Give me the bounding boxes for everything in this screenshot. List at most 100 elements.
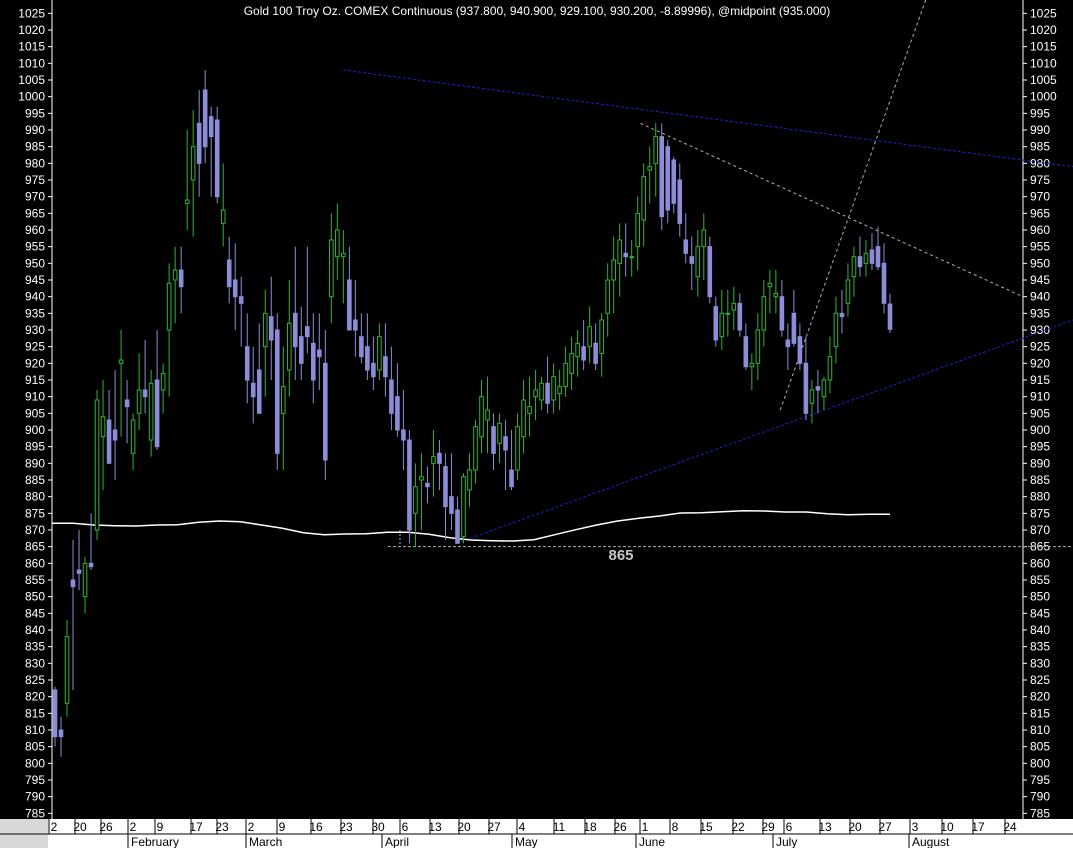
y-tick-label: 985 (1030, 140, 1050, 154)
y-tick-label: 810 (25, 723, 45, 737)
x-day-label: 16 (309, 820, 323, 834)
y-tick-label: 890 (1030, 456, 1050, 470)
x-day-label: 6 (786, 820, 793, 834)
x-day-label: 13 (818, 820, 832, 834)
candle-body (184, 199, 190, 204)
candle-body (839, 312, 845, 318)
y-tick-label: 895 (1030, 440, 1050, 454)
x-month-label: July (776, 835, 797, 848)
candle-body (593, 342, 598, 364)
candle-body (190, 146, 196, 181)
y-tick-label: 785 (1030, 806, 1050, 820)
candle (94, 390, 100, 540)
candle-body (208, 116, 214, 138)
y-tick-label: 905 (1030, 406, 1050, 420)
candle-body (76, 569, 82, 574)
candle (407, 430, 412, 544)
candle-body (443, 466, 448, 508)
y-tick-label: 910 (1030, 390, 1050, 404)
candle-body (311, 342, 316, 381)
candle-body (851, 256, 857, 278)
annotation-865: 865 (608, 547, 633, 564)
y-tick-label: 890 (25, 456, 45, 470)
y-tick-label: 935 (1030, 306, 1050, 320)
candle-body (88, 562, 94, 568)
candle-body (286, 322, 292, 371)
candle-body (617, 239, 622, 264)
candle-body (196, 122, 202, 164)
y-tick-label: 830 (25, 656, 45, 670)
y-tick-label: 820 (1030, 690, 1050, 704)
candle-body (773, 292, 779, 298)
x-day-label: 18 (583, 820, 597, 834)
candle-body (280, 386, 286, 414)
candle-body (323, 362, 328, 461)
candle-body (809, 389, 815, 404)
y-tick-label: 995 (1030, 106, 1050, 120)
candle-body (479, 396, 484, 438)
candle-body (563, 362, 568, 388)
candle-body (365, 346, 370, 371)
y-tick-label: 965 (1030, 206, 1050, 220)
chart-background (0, 0, 1073, 848)
y-tick-label: 815 (25, 706, 45, 720)
y-tick-label: 865 (25, 540, 45, 554)
candle-body (713, 306, 719, 341)
x-day-label: 10 (940, 820, 954, 834)
y-tick-label: 880 (25, 490, 45, 504)
candle-body (581, 346, 586, 361)
y-tick-label: 1000 (1030, 90, 1057, 104)
candle-body (347, 279, 352, 331)
y-tick-label: 1025 (1030, 6, 1057, 20)
y-tick-label: 935 (25, 306, 45, 320)
y-tick-label: 950 (25, 256, 45, 270)
candle-body (653, 136, 659, 164)
candle-body (232, 279, 238, 298)
y-tick-label: 960 (25, 223, 45, 237)
candle-body (881, 262, 887, 304)
candle (461, 473, 466, 544)
candle-body (767, 282, 773, 288)
candle-body (557, 386, 562, 394)
x-day-label: 20 (848, 820, 862, 834)
y-tick-label: 915 (1030, 373, 1050, 387)
candle-body (262, 312, 268, 348)
x-day-label: 26 (99, 820, 113, 834)
y-tick-label: 1005 (1030, 73, 1057, 87)
x-day-label: 2 (130, 820, 137, 834)
candle-body (575, 342, 580, 358)
y-tick-label: 875 (25, 506, 45, 520)
candle-body (154, 379, 160, 448)
x-day-label: 1 (642, 820, 649, 834)
x-month-label: May (515, 835, 538, 848)
candle-body (869, 249, 875, 264)
y-tick-label: 1005 (18, 73, 45, 87)
x-day-label: 2 (51, 820, 58, 834)
x-day-label: 24 (1003, 820, 1017, 834)
candle-body (371, 362, 376, 378)
candle-body (172, 269, 178, 281)
y-tick-label: 920 (1030, 356, 1050, 370)
x-month-label: April (385, 835, 409, 848)
y-tick-label: 800 (1030, 756, 1050, 770)
candle-body (407, 439, 412, 531)
candle-body (731, 302, 737, 311)
candle-body (329, 239, 334, 298)
y-tick-label: 860 (25, 556, 45, 570)
candle-body (473, 426, 478, 471)
candle-body (305, 326, 310, 338)
y-tick-label: 795 (25, 773, 45, 787)
candle-body (136, 389, 142, 414)
candle-body (677, 179, 683, 224)
candle-body (683, 239, 689, 254)
y-tick-label: 955 (25, 240, 45, 254)
y-tick-label: 850 (1030, 590, 1050, 604)
x-day-label: 23 (215, 820, 229, 834)
y-tick-label: 900 (1030, 423, 1050, 437)
candle-body (815, 386, 821, 391)
y-tick-label: 895 (25, 440, 45, 454)
candle-body (118, 359, 124, 364)
y-tick-label: 825 (1030, 673, 1050, 687)
candle-body (737, 302, 743, 331)
x-day-label: 15 (699, 820, 713, 834)
